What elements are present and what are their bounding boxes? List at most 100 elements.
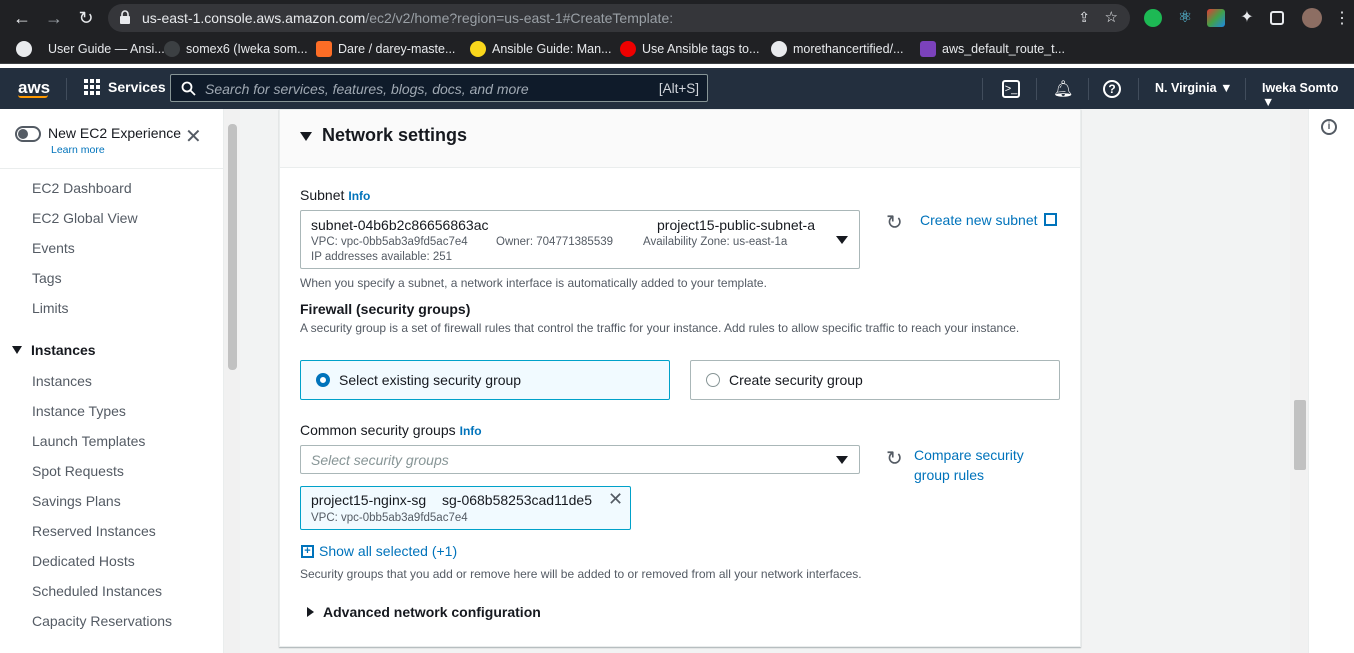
divider [1036, 78, 1037, 100]
security-groups-select[interactable]: Select security groups [300, 445, 860, 474]
cloudshell-icon[interactable]: >_ [1002, 80, 1020, 98]
divider [1088, 78, 1089, 100]
avatar[interactable] [1302, 8, 1322, 28]
star-icon[interactable]: ☆ [1105, 8, 1118, 26]
compare-sg-rules-link[interactable]: group rules [914, 467, 984, 483]
common-sg-label: Common security groups Info [300, 422, 482, 438]
subnet-ips: IP addresses available: 251 [311, 251, 453, 263]
sidebar-item-spot-requests[interactable]: Spot Requests [32, 463, 124, 479]
share-icon[interactable]: ⇪ [1078, 9, 1090, 26]
caret-down-icon [12, 346, 22, 354]
main-content: Network settings Subnet Info subnet-04b6b… [240, 109, 1308, 653]
security-group-token: project15-nginx-sg sg-068b58253cad11de5 … [300, 486, 631, 530]
external-link-icon [1044, 213, 1058, 226]
sg-help-text: Security groups that you add or remove h… [300, 567, 862, 581]
search-input[interactable]: Search for services, features, blogs, do… [170, 74, 708, 102]
subnet-owner: Owner: 704771385539 [496, 236, 614, 248]
sidebar-item-instance-types[interactable]: Instance Types [32, 403, 126, 419]
sidebar-item-instances[interactable]: Instances [32, 373, 92, 389]
bookmark-item[interactable]: somex6 (Iweka som... [164, 41, 308, 57]
new-experience-toggle[interactable] [15, 126, 41, 142]
caret-down-icon [300, 132, 312, 141]
sidebar-item-ec2-dashboard[interactable]: EC2 Dashboard [32, 180, 132, 196]
grid-icon [84, 79, 100, 95]
bookmark-item[interactable]: Use Ansible tags to... [620, 41, 759, 57]
back-icon[interactable]: ← [12, 8, 32, 28]
react-icon[interactable]: ⚛ [1176, 9, 1194, 27]
token-name: project15-nginx-sg [311, 492, 427, 508]
refresh-icon[interactable]: ↻ [886, 213, 906, 234]
extension-icon[interactable] [1144, 9, 1162, 27]
token-id: sg-068b58253cad11de5 [442, 492, 592, 508]
menu-icon[interactable]: ⋮ [1334, 8, 1350, 28]
sidebar-item-tags[interactable]: Tags [32, 270, 62, 286]
help-icon[interactable]: ? [1103, 80, 1121, 98]
sidebar-item-dedicated-hosts[interactable]: Dedicated Hosts [32, 553, 135, 569]
caret-right-icon [307, 607, 314, 617]
sidebar-item-ec2-global-view[interactable]: EC2 Global View [32, 210, 138, 226]
sidepanel-icon[interactable] [1270, 11, 1284, 25]
bell-icon[interactable]: 🔔︎ [1053, 79, 1073, 99]
divider [1138, 78, 1139, 100]
compare-sg-rules-link[interactable]: Compare security [914, 447, 1024, 463]
account-menu[interactable]: Iweka Somto ▼ [1262, 81, 1354, 109]
extension-icon[interactable] [1207, 9, 1225, 27]
radio-unselected[interactable] [706, 373, 720, 387]
main-scrollbar[interactable] [1290, 109, 1308, 653]
subnet-label: Subnet Info [300, 187, 371, 203]
sidebar-item-scheduled-instances[interactable]: Scheduled Instances [32, 583, 162, 599]
subnet-select[interactable]: subnet-04b6b2c86656863ac project15-publi… [300, 210, 860, 269]
ansible-icon [16, 41, 32, 57]
caret-down-icon [836, 236, 848, 244]
close-icon[interactable]: ✕ [185, 127, 202, 147]
bookmark-item[interactable]: Dare / darey-maste... [316, 41, 455, 57]
reload-icon[interactable]: ↻ [76, 8, 96, 28]
terraform-icon [920, 41, 936, 57]
radio-selected[interactable] [316, 373, 330, 387]
main-scrollbar-thumb[interactable] [1294, 400, 1306, 470]
sidebar-item-reserved-instances[interactable]: Reserved Instances [32, 523, 156, 539]
github-icon [164, 41, 180, 57]
ec2-sidebar: New EC2 Experience Learn more ✕ EC2 Dash… [0, 109, 224, 653]
bookmark-item[interactable]: User Guide — Ansi... [16, 41, 165, 57]
bookmarks-bar: User Guide — Ansi... somex6 (Iweka som..… [0, 36, 1354, 64]
info-link[interactable]: Info [348, 189, 370, 203]
create-subnet-link[interactable]: Create new subnet [920, 212, 1058, 228]
learn-more-link[interactable]: Learn more [51, 144, 105, 156]
forward-icon[interactable]: → [44, 8, 64, 28]
puzzle-icon[interactable]: ✦ [1238, 9, 1256, 27]
subnet-vpc: VPC: vpc-0bb5ab3a9fd5ac7e4 [311, 236, 468, 248]
address-bar[interactable]: us-east-1.console.aws.amazon.com/ec2/v2/… [108, 4, 1130, 32]
browser-toolbar: ← → ↻ us-east-1.console.aws.amazon.com/e… [0, 0, 1354, 36]
subnet-name: project15-public-subnet-a [657, 217, 815, 233]
sidebar-item-launch-templates[interactable]: Launch Templates [32, 433, 145, 449]
bookmark-item[interactable]: morethancertified/... [771, 41, 903, 57]
services-menu[interactable]: Services [84, 79, 166, 95]
aws-logo[interactable]: aws [18, 78, 50, 98]
advanced-network-config-toggle[interactable]: Advanced network configuration [307, 604, 541, 620]
sidebar-item-limits[interactable]: Limits [32, 300, 69, 316]
panel-header[interactable]: Network settings [280, 110, 1080, 168]
info-link[interactable]: Info [460, 424, 482, 438]
sidebar-item-events[interactable]: Events [32, 240, 75, 256]
sidebar-scrollbar-thumb[interactable] [228, 124, 237, 370]
sidebar-section-instances[interactable]: Instances [12, 342, 96, 358]
sidebar-item-savings-plans[interactable]: Savings Plans [32, 493, 121, 509]
show-all-selected-button[interactable]: + Show all selected (+1) [301, 543, 457, 559]
divider [0, 168, 224, 169]
create-sg-option[interactable]: Create security group [690, 360, 1060, 400]
info-icon[interactable]: i [1321, 119, 1337, 135]
panel-title: Network settings [322, 125, 468, 145]
subnet-id: subnet-04b6b2c86656863ac [311, 217, 489, 233]
bookmark-item[interactable]: Ansible Guide: Man... [470, 41, 612, 57]
select-existing-sg-option[interactable]: Select existing security group [300, 360, 670, 400]
sidebar-item-capacity-reservations[interactable]: Capacity Reservations [32, 613, 172, 629]
bookmark-item[interactable]: aws_default_route_t... [920, 41, 1065, 57]
refresh-icon[interactable]: ↻ [886, 449, 906, 470]
remove-token-icon[interactable]: ✕ [608, 489, 623, 510]
redhat-icon [620, 41, 636, 57]
new-experience-label: New EC2 Experience [48, 125, 182, 141]
aws-top-nav: aws Services Search for services, featur… [0, 68, 1354, 109]
expand-icon: + [301, 544, 314, 558]
region-selector[interactable]: N. Virginia ▼ [1155, 81, 1232, 95]
